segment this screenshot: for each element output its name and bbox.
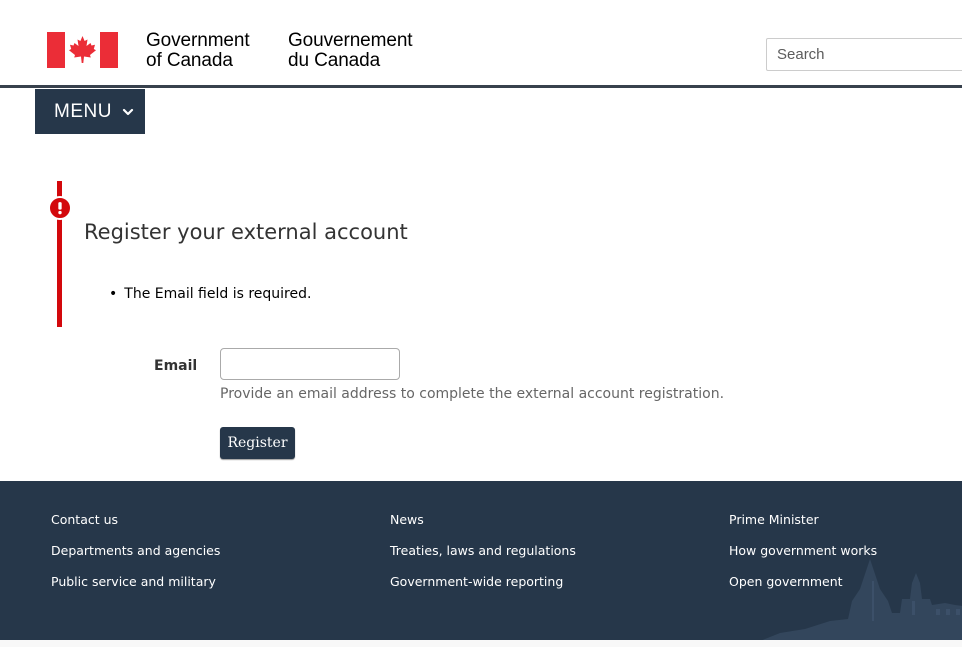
footer-link-news[interactable]: News xyxy=(390,511,576,542)
email-hint: Provide an email address to complete the… xyxy=(220,386,725,402)
wordmark-english[interactable]: Government of Canada xyxy=(146,31,250,71)
chevron-down-icon xyxy=(122,108,134,115)
error-icon xyxy=(48,196,72,220)
footer-bottom-strip xyxy=(0,640,962,647)
wordmark-en-line2: of Canada xyxy=(146,50,233,71)
error-item[interactable]: The Email field is required. xyxy=(109,286,311,302)
wordmark-en-line1: Government xyxy=(146,30,250,51)
wordmark-fr-line1: Gouvernement xyxy=(288,30,413,51)
search-input[interactable] xyxy=(766,38,962,71)
footer-column-1: Contact us Departments and agencies Publ… xyxy=(51,511,220,604)
footer-link-contact-us[interactable]: Contact us xyxy=(51,511,220,542)
error-summary-list: The Email field is required. xyxy=(109,286,311,302)
footer-link-departments[interactable]: Departments and agencies xyxy=(51,542,220,573)
footer-column-2: News Treaties, laws and regulations Gove… xyxy=(390,511,576,604)
parliament-landscape-icon xyxy=(762,559,962,640)
menu-button[interactable]: MENU xyxy=(35,89,145,134)
site-footer: Contact us Departments and agencies Publ… xyxy=(0,481,962,640)
wordmark-fr-line2: du Canada xyxy=(288,50,381,71)
site-header: Government of Canada Gouvernement du Can… xyxy=(0,0,962,88)
wordmark-french[interactable]: Gouvernement du Canada xyxy=(288,30,413,71)
register-button[interactable]: Register xyxy=(220,427,295,459)
email-label: Email xyxy=(154,358,198,374)
footer-link-reporting[interactable]: Government-wide reporting xyxy=(390,573,576,604)
footer-link-treaties[interactable]: Treaties, laws and regulations xyxy=(390,542,576,573)
error-summary-title: Register your external account xyxy=(84,220,408,244)
canada-flag-icon[interactable] xyxy=(47,32,118,68)
footer-link-prime-minister[interactable]: Prime Minister xyxy=(729,511,877,542)
email-field[interactable] xyxy=(220,348,400,380)
menu-label: MENU xyxy=(54,100,112,122)
footer-link-public-service[interactable]: Public service and military xyxy=(51,573,220,604)
